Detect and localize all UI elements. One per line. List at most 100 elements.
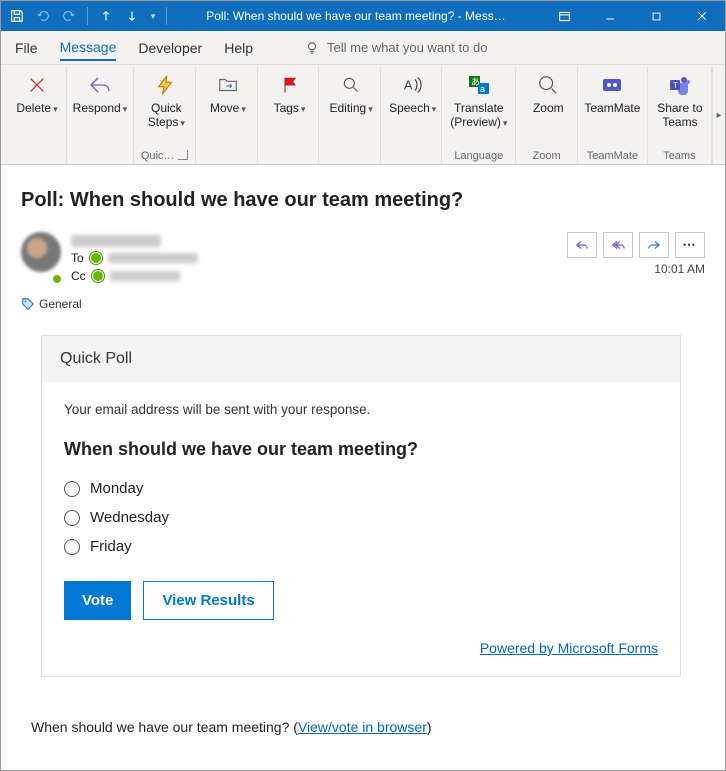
to-recipient xyxy=(108,253,198,263)
svg-text:あ: あ xyxy=(471,77,480,87)
svg-text:T: T xyxy=(673,81,678,90)
sender-avatar[interactable] xyxy=(21,232,61,272)
editing-button[interactable]: Editing xyxy=(325,69,377,118)
sender-name xyxy=(71,235,161,247)
ribbon-tabs: File Message Developer Help Tell me what… xyxy=(1,31,725,65)
close-icon[interactable] xyxy=(679,1,725,31)
share-teams-label: Share to Teams xyxy=(657,101,702,129)
move-label: Move xyxy=(210,101,246,116)
prev-item-icon[interactable] xyxy=(94,4,118,28)
window-controls xyxy=(541,1,725,31)
quick-steps-button[interactable]: Quick Steps xyxy=(140,69,192,132)
footer-after: ) xyxy=(427,719,432,735)
quick-access-toolbar: ▾ xyxy=(1,4,171,28)
poll-option-label: Monday xyxy=(90,480,143,497)
tab-help[interactable]: Help xyxy=(224,36,253,60)
vote-button[interactable]: Vote xyxy=(64,581,131,620)
message-pane: Poll: When should we have our team meeti… xyxy=(1,165,725,735)
minimize-icon[interactable] xyxy=(587,1,633,31)
message-subject: Poll: When should we have our team meeti… xyxy=(21,189,705,212)
teammate-label: TeamMate xyxy=(584,101,640,115)
dialog-launcher-icon[interactable] xyxy=(178,150,188,160)
teams-group-label: Teams xyxy=(654,150,705,164)
radio-icon xyxy=(64,510,80,526)
teammate-icon xyxy=(598,71,626,99)
svg-text:A: A xyxy=(404,78,413,93)
more-actions-button[interactable]: ⋯ xyxy=(675,232,705,258)
tab-developer[interactable]: Developer xyxy=(138,36,202,60)
poll-card-title: Quick Poll xyxy=(42,336,680,382)
category-tag[interactable]: General xyxy=(21,297,705,311)
cc-recipient xyxy=(110,271,180,281)
separator xyxy=(87,7,88,25)
speech-label: Speech xyxy=(389,101,436,116)
teammate-button[interactable]: TeamMate xyxy=(584,69,641,117)
poll-option[interactable]: Wednesday xyxy=(64,503,658,532)
save-icon[interactable] xyxy=(5,4,29,28)
redo-icon[interactable] xyxy=(57,4,81,28)
lightbulb-icon xyxy=(305,41,319,55)
view-results-button[interactable]: View Results xyxy=(143,581,273,620)
editing-label: Editing xyxy=(329,101,372,116)
message-timestamp: 10:01 AM xyxy=(654,262,705,276)
zoom-button[interactable]: Zoom xyxy=(522,69,574,117)
delete-icon xyxy=(23,71,51,99)
reply-icon xyxy=(86,71,114,99)
move-button[interactable]: Move xyxy=(202,69,254,118)
footer-text: When should we have our team meeting? ( xyxy=(31,719,298,735)
delete-button[interactable]: Delete xyxy=(11,69,63,118)
quick-poll-card: Quick Poll Your email address will be se… xyxy=(41,335,681,677)
delete-label: Delete xyxy=(16,101,57,116)
speech-button[interactable]: A Speech xyxy=(387,69,439,118)
next-item-icon[interactable] xyxy=(120,4,144,28)
poll-option-label: Friday xyxy=(90,538,132,555)
lightning-icon xyxy=(152,71,180,99)
poll-option-label: Wednesday xyxy=(90,509,169,526)
presence-icon xyxy=(90,252,102,264)
translate-button[interactable]: あa Translate (Preview) xyxy=(448,69,509,132)
separator xyxy=(166,7,167,25)
teammate-group-label: TeamMate xyxy=(584,150,641,164)
radio-icon xyxy=(64,539,80,555)
ribbon-scroll-right-icon[interactable]: ▸ xyxy=(712,67,725,164)
maximize-icon[interactable] xyxy=(633,1,679,31)
powered-by-link[interactable]: Powered by Microsoft Forms xyxy=(480,640,658,656)
reply-button[interactable] xyxy=(567,232,597,258)
quick-steps-label: Quick Steps xyxy=(148,101,185,130)
message-header: To Cc ⋯ 10 xyxy=(21,232,705,283)
tab-message[interactable]: Message xyxy=(60,35,117,61)
respond-label: Respond xyxy=(73,101,128,116)
window-title: Poll: When should we have our team meeti… xyxy=(171,9,541,23)
zoom-label: Zoom xyxy=(533,101,564,115)
poll-option[interactable]: Monday xyxy=(64,474,658,503)
qat-customize-icon[interactable]: ▾ xyxy=(146,4,160,28)
reply-all-button[interactable] xyxy=(603,232,633,258)
radio-icon xyxy=(64,481,80,497)
respond-button[interactable]: Respond xyxy=(73,69,128,118)
zoom-group-label: Zoom xyxy=(522,150,571,164)
tab-file[interactable]: File xyxy=(15,36,38,60)
share-to-teams-button[interactable]: T Share to Teams xyxy=(654,69,706,131)
undo-icon[interactable] xyxy=(31,4,55,28)
presence-icon xyxy=(51,273,63,285)
title-bar: ▾ Poll: When should we have our team mee… xyxy=(1,1,725,31)
tell-me-placeholder: Tell me what you want to do xyxy=(327,40,487,55)
poll-option[interactable]: Friday xyxy=(64,532,658,561)
forward-button[interactable] xyxy=(639,232,669,258)
message-footer: When should we have our team meeting? (V… xyxy=(21,677,705,735)
translate-icon: あa xyxy=(465,71,493,99)
tags-button[interactable]: Tags xyxy=(264,69,316,118)
tags-label: Tags xyxy=(274,101,306,116)
ribbon-display-icon[interactable] xyxy=(541,1,587,31)
language-group-label: Language xyxy=(448,150,509,164)
search-icon xyxy=(337,71,365,99)
cc-label: Cc xyxy=(71,269,86,283)
quick-steps-group-label: Quic… xyxy=(141,150,175,162)
ribbon: Delete Respond Quick Steps Quic… Move xyxy=(1,65,725,165)
category-label: General xyxy=(39,297,82,311)
view-in-browser-link[interactable]: View/vote in browser xyxy=(298,719,427,735)
folder-move-icon xyxy=(214,71,242,99)
poll-question: When should we have our team meeting? xyxy=(64,439,658,460)
to-label: To xyxy=(71,251,84,265)
tell-me-search[interactable]: Tell me what you want to do xyxy=(305,40,487,55)
